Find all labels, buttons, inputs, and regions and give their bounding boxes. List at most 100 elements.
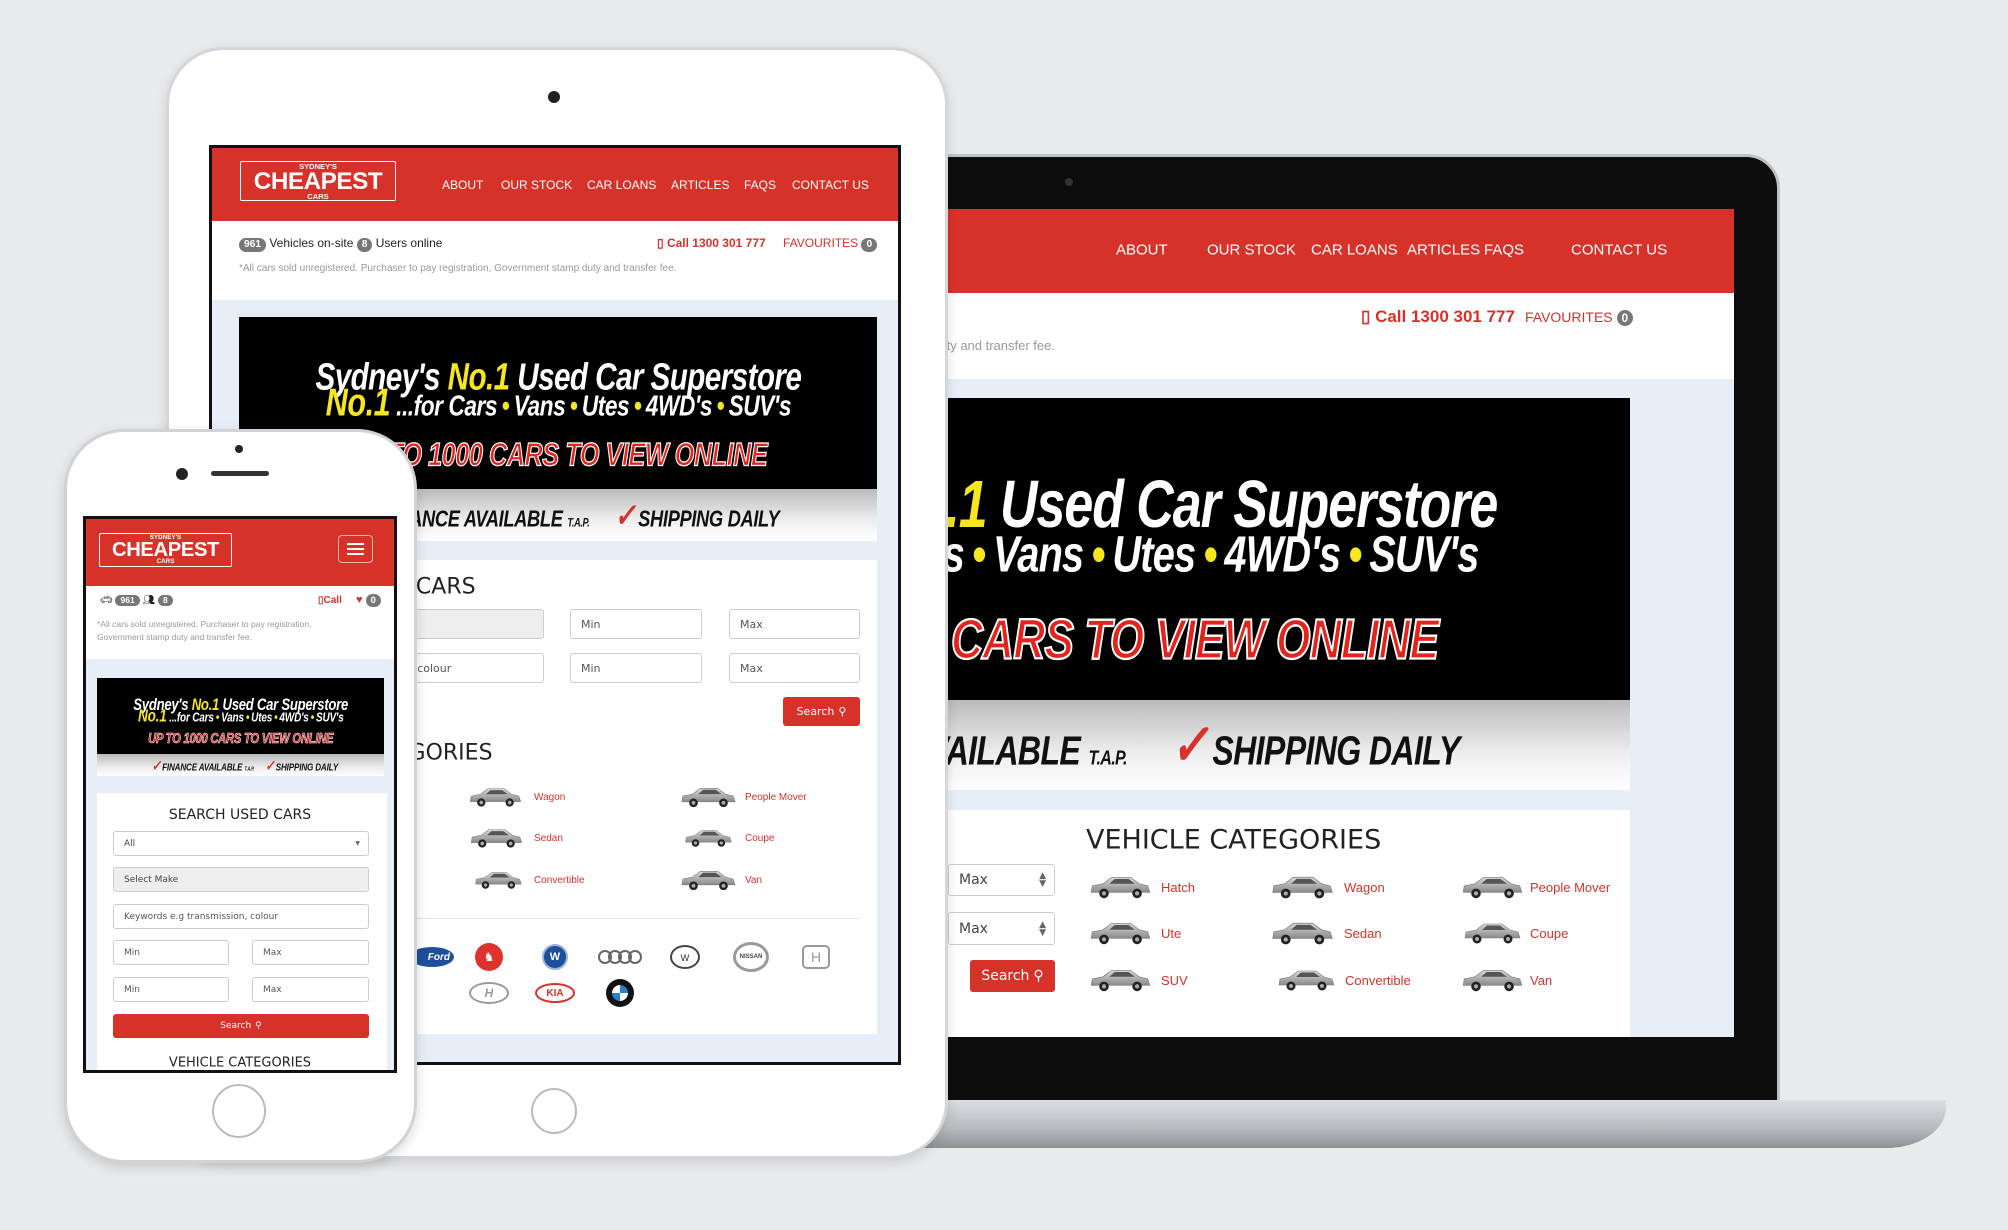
hamburger-menu-button[interactable] xyxy=(338,535,373,563)
keywords-input-field[interactable] xyxy=(124,911,368,922)
price-min-field[interactable] xyxy=(581,617,701,631)
disclaimer: *All cars sold unregistered. Purchaser t… xyxy=(239,263,677,274)
site-header: SYDNEY'S CHEAPEST CARS xyxy=(86,519,394,586)
nav-contact-us[interactable]: CONTACT US xyxy=(1571,242,1667,259)
favourites-link[interactable]: ♥ 0 xyxy=(356,594,381,607)
year-max-input[interactable] xyxy=(729,653,860,683)
chevron-down-icon: ▼ xyxy=(355,839,360,847)
price-max-input[interactable] xyxy=(729,609,860,639)
category-convertible[interactable]: Convertible xyxy=(470,870,585,890)
year-max-select[interactable]: Max ▲ ▼ xyxy=(948,912,1055,945)
price-min-field[interactable] xyxy=(124,947,228,958)
year-min-input[interactable] xyxy=(113,977,229,1002)
search-button[interactable]: Search ⚲ xyxy=(113,1014,369,1038)
ford-logo-lettering: Ford xyxy=(427,951,450,963)
hero-banner: Sydney's No.1 Used Car Superstore No.1 .… xyxy=(97,678,384,776)
price-max-input[interactable] xyxy=(252,940,369,965)
select-arrows-icon: ▲ ▼ xyxy=(1039,919,1046,938)
phone-screen: SYDNEY'S CHEAPEST CARS 🚗︎ 961 👥︎ 8 ▯Call ♥… xyxy=(83,516,397,1073)
nav-about[interactable]: ABOUT xyxy=(1116,242,1168,259)
honda-logo-icon[interactable]: H xyxy=(802,945,830,969)
search-button[interactable]: Search ⚲ xyxy=(783,697,860,726)
category-van[interactable]: Van xyxy=(679,868,762,892)
car-icon xyxy=(466,786,524,808)
nav-articles[interactable]: ARTICLES xyxy=(671,178,729,192)
price-min-input[interactable] xyxy=(113,940,229,965)
category-people-mover[interactable]: People Mover xyxy=(1460,873,1610,901)
kia-logo-icon[interactable]: Kia xyxy=(535,983,575,1003)
laptop-camera xyxy=(1065,178,1073,186)
keywords-input[interactable] xyxy=(113,904,369,929)
category-suv[interactable]: SUV xyxy=(1088,966,1188,994)
price-min-input[interactable] xyxy=(570,609,702,639)
nav-about[interactable]: ABOUT xyxy=(442,178,483,192)
favourites-count-badge: 0 xyxy=(365,594,381,607)
year-max-field[interactable] xyxy=(740,661,859,675)
hyundai-logo-icon[interactable]: H xyxy=(469,982,509,1004)
phone-home-button xyxy=(212,1084,266,1138)
vehicle-categories-title: VEHICLE CATEGORIES xyxy=(1086,824,1382,856)
nav-contact-us[interactable]: CONTACT US xyxy=(792,178,869,192)
type-select[interactable]: All ▼ xyxy=(113,831,369,856)
phone-camera xyxy=(176,468,188,480)
mazda-logo-icon[interactable]: ᴡ xyxy=(670,945,700,969)
tablet-home-button xyxy=(531,1088,577,1134)
audi-logo-icon[interactable] xyxy=(597,949,643,965)
call-link[interactable]: ▯ Call 1300 301 777 xyxy=(657,236,766,250)
call-link[interactable]: ▯Call xyxy=(318,595,342,606)
car-icon xyxy=(1460,873,1524,901)
search-icon: ⚲ xyxy=(1033,968,1044,984)
site-logo[interactable]: SYDNEY'S CHEAPEST CARS xyxy=(99,533,232,567)
search-title: SEARCH USED CARS xyxy=(168,807,312,823)
category-van[interactable]: Van xyxy=(1460,966,1552,994)
category-people-mover[interactable]: People Mover xyxy=(679,785,807,809)
nissan-logo-icon[interactable]: Nissan xyxy=(733,942,769,972)
nav-faqs[interactable]: FAQS xyxy=(744,178,776,192)
price-max-field[interactable] xyxy=(740,617,859,631)
year-min-field[interactable] xyxy=(124,984,228,995)
nav-articles[interactable]: ARTICLES xyxy=(1407,242,1480,259)
price-max-select[interactable]: Max ▲ ▼ xyxy=(948,864,1055,896)
call-label: Call 1300 301 777 xyxy=(1375,307,1515,326)
category-wagon[interactable]: Wagon xyxy=(1268,874,1385,900)
category-wagon[interactable]: Wagon xyxy=(466,786,565,808)
category-coupe[interactable]: Coupe xyxy=(1460,921,1568,945)
category-ute[interactable]: Ute xyxy=(1088,920,1181,946)
year-max-field[interactable] xyxy=(263,984,368,995)
year-max-input[interactable] xyxy=(252,977,369,1002)
favourites-link[interactable]: FAVOURITES 0 xyxy=(1525,309,1634,327)
year-min-input[interactable] xyxy=(570,653,702,683)
nav-our-stock[interactable]: OUR STOCK xyxy=(501,178,572,192)
category-sedan[interactable]: Sedan xyxy=(1268,920,1382,946)
disclaimer-line-2: Government stamp duty and transfer fee. xyxy=(97,632,252,642)
price-max-field[interactable] xyxy=(263,947,368,958)
van-icon xyxy=(1460,966,1524,994)
search-button[interactable]: Search ⚲ xyxy=(970,960,1055,992)
make-select[interactable]: Select Make xyxy=(113,867,369,892)
car-icon xyxy=(1088,966,1152,994)
car-icon xyxy=(1268,920,1336,946)
holden-logo-icon[interactable]: ♞ xyxy=(475,943,503,971)
bmw-logo-icon[interactable] xyxy=(606,979,634,1007)
site-logo[interactable]: SYDNEY'S CHEAPEST CARS xyxy=(240,161,396,202)
nav-car-loans[interactable]: CAR LOANS xyxy=(1311,242,1398,259)
nav-our-stock[interactable]: OUR STOCK xyxy=(1207,242,1296,259)
car-icon xyxy=(679,828,737,848)
category-hatch[interactable]: Hatch xyxy=(1088,874,1195,900)
heart-icon: ♥ xyxy=(356,594,363,606)
category-sedan[interactable]: Sedan xyxy=(466,827,563,849)
nav-car-loans[interactable]: CAR LOANS xyxy=(587,178,656,192)
category-coupe[interactable]: Coupe xyxy=(679,828,774,848)
search-icon: ⚲ xyxy=(838,705,847,718)
car-icon xyxy=(470,870,526,890)
nav-faqs[interactable]: FAQS xyxy=(1484,242,1524,259)
call-link[interactable]: ▯ Call 1300 301 777 xyxy=(1361,307,1515,327)
category-convertible[interactable]: Convertible xyxy=(1275,968,1411,992)
car-icon xyxy=(1275,968,1337,992)
year-min-field[interactable] xyxy=(581,661,701,675)
site-header: SYDNEY'S CHEAPEST CARS ABOUT OUR STOCK CAR… xyxy=(212,148,898,221)
users-badge: 8 xyxy=(356,238,373,252)
favourites-link[interactable]: FAVOURITES 0 xyxy=(783,236,878,252)
volkswagen-logo-icon[interactable]: W xyxy=(542,944,568,970)
car-icon xyxy=(1268,874,1336,900)
